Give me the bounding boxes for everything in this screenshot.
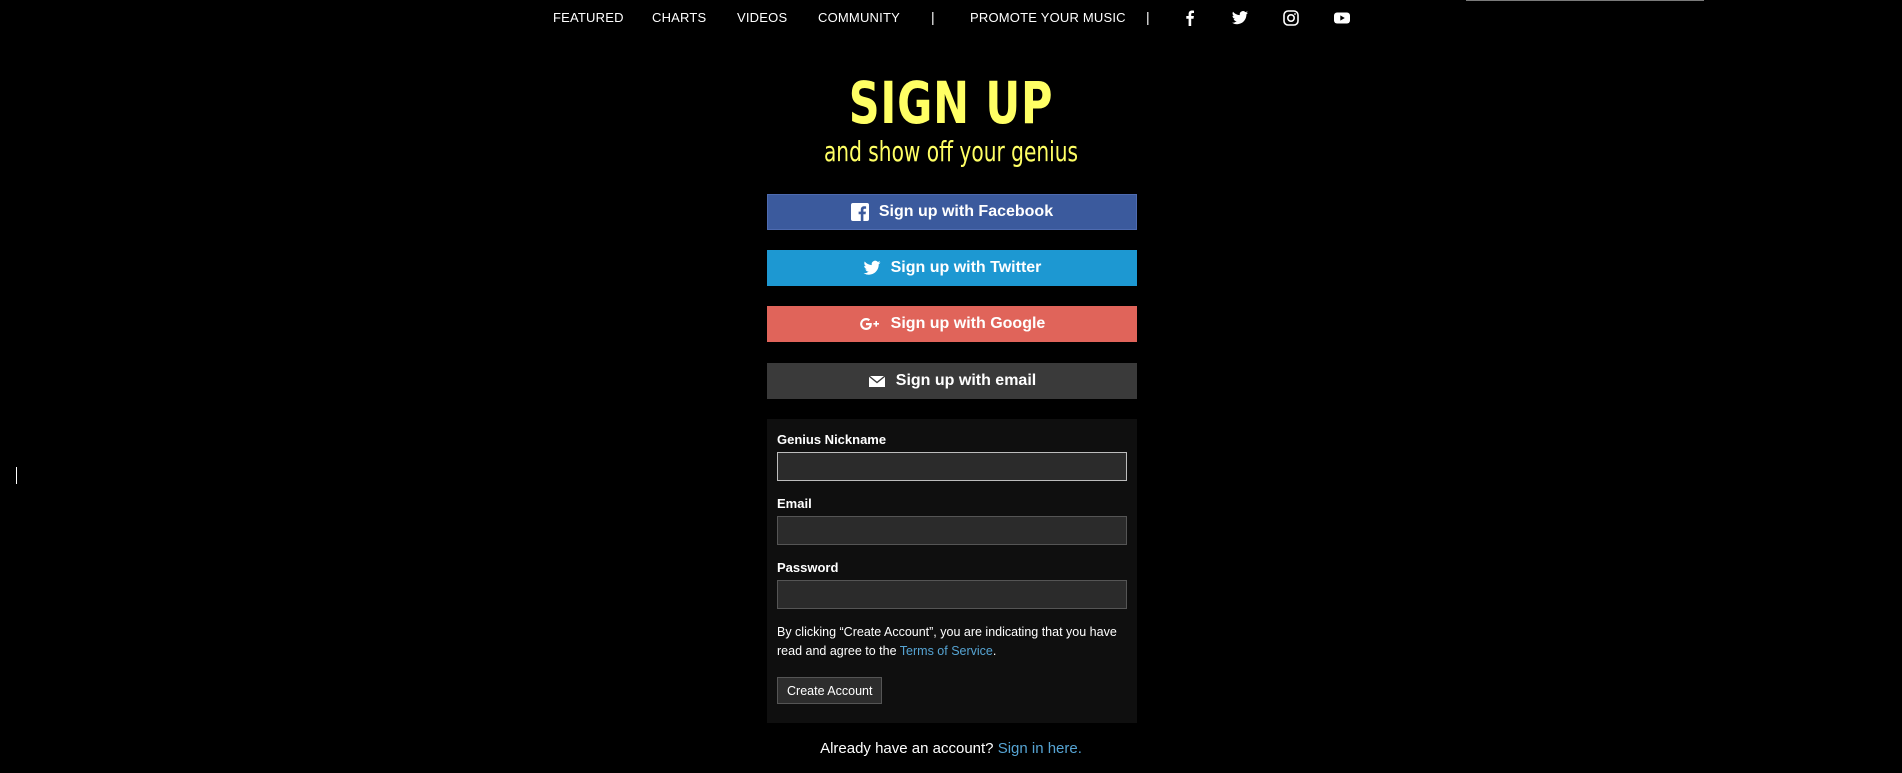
email-field[interactable] [777, 516, 1127, 545]
instagram-icon[interactable] [1282, 9, 1300, 27]
signin-link[interactable]: Sign in here. [998, 740, 1082, 757]
top-navigation: FEATURED CHARTS VIDEOS COMMUNITY | PROMO… [0, 0, 1902, 36]
signup-twitter-label: Sign up with Twitter [890, 259, 1042, 276]
text-caret [16, 467, 17, 484]
nav-community[interactable]: COMMUNITY [818, 10, 900, 25]
nickname-field[interactable] [777, 452, 1127, 481]
nav-featured[interactable]: FEATURED [553, 10, 624, 25]
nav-separator: | [1146, 9, 1150, 25]
signup-email-label: Sign up with email [895, 372, 1037, 389]
password-field[interactable] [777, 580, 1127, 609]
password-label: Password [777, 560, 839, 575]
youtube-icon[interactable] [1333, 9, 1351, 27]
terms-notice: By clicking “Create Account”, you are in… [777, 623, 1127, 661]
signup-facebook-button[interactable]: Sign up with Facebook [767, 194, 1137, 230]
nav-videos[interactable]: VIDEOS [737, 10, 787, 25]
email-label: Email [777, 496, 812, 511]
nav-charts[interactable]: CHARTS [652, 10, 706, 25]
signup-google-label: Sign up with Google [890, 315, 1046, 332]
signup-form: Genius Nickname Email Password By clicki… [767, 419, 1137, 723]
envelope-icon [868, 372, 886, 390]
nav-promote-your-music[interactable]: PROMOTE YOUR MUSIC [970, 10, 1126, 25]
page-subtitle: and show off your genius [823, 135, 1079, 168]
twitter-icon [863, 259, 881, 277]
signup-facebook-label: Sign up with Facebook [878, 203, 1054, 220]
facebook-icon[interactable] [1181, 9, 1199, 27]
nickname-label: Genius Nickname [777, 432, 887, 447]
twitter-icon[interactable] [1231, 9, 1249, 27]
nav-separator: | [931, 9, 935, 25]
terms-of-service-link[interactable]: Terms of Service [900, 644, 993, 658]
signup-google-button[interactable]: Sign up with Google [767, 306, 1137, 342]
signup-email-button[interactable]: Sign up with email [767, 363, 1137, 399]
signin-prompt-text: Already have an account? [820, 740, 994, 757]
google-plus-icon [859, 315, 881, 333]
signup-twitter-button[interactable]: Sign up with Twitter [767, 250, 1137, 286]
search-underline [1466, 0, 1704, 1]
page-title: SIGN UP [848, 69, 1054, 137]
create-account-button[interactable]: Create Account [777, 677, 883, 704]
facebook-square-icon [850, 203, 869, 221]
signin-prompt: Already have an account? Sign in here. [0, 740, 1902, 757]
terms-notice-suffix: . [992, 644, 997, 658]
